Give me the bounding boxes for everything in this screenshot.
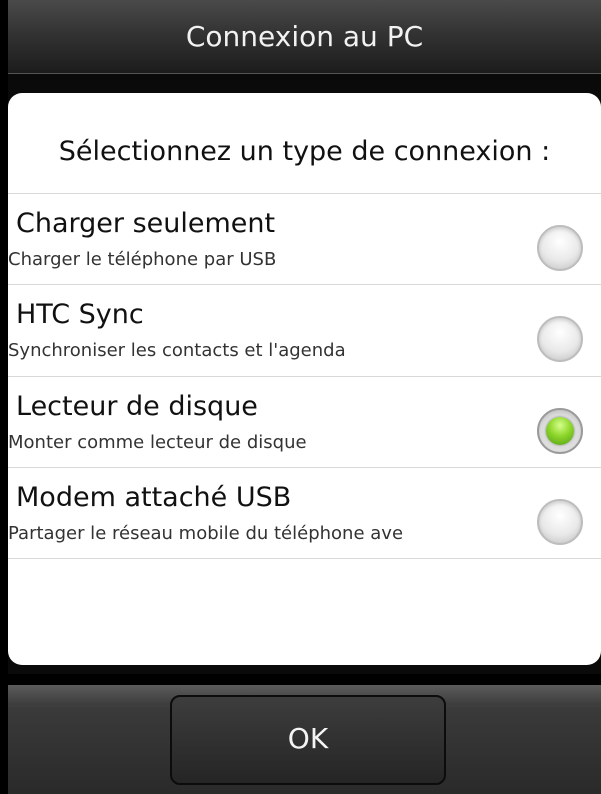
selected-indicator-icon [546,417,574,445]
option-subtitle: Partager le réseau mobile du téléphone a… [8,523,404,544]
radio-button-selected[interactable] [537,408,583,454]
dialog-prompt: Sélectionnez un type de connexion : [58,136,551,167]
radio-button-unselected[interactable] [537,225,583,271]
option-title: Modem attaché USB [16,482,292,513]
ok-button[interactable]: OK [170,695,446,785]
option-title: Charger seulement [16,208,276,239]
option-usb-tethering[interactable]: Modem attaché USB Partager le réseau mob… [8,468,601,559]
window-title: Connexion au PC [185,20,424,53]
option-disk-drive[interactable]: Lecteur de disque Monter comme lecteur d… [8,377,601,468]
option-subtitle: Synchroniser les contacts et l'agenda [8,340,346,361]
option-title: Lecteur de disque [16,391,258,422]
option-htc-sync[interactable]: HTC Sync Synchroniser les contacts et l'… [8,285,601,377]
option-subtitle: Charger le téléphone par USB [8,249,277,270]
option-subtitle: Monter comme lecteur de disque [8,432,307,453]
button-bar: OK [8,685,601,794]
radio-button-unselected[interactable] [537,316,583,362]
title-bar: Connexion au PC [8,0,601,74]
connection-options-list: Charger seulement Charger le téléphone p… [8,194,601,559]
radio-button-unselected[interactable] [537,499,583,545]
screen: Connexion au PC Sélectionnez un type de … [0,0,601,794]
option-charge-only[interactable]: Charger seulement Charger le téléphone p… [8,194,601,285]
dialog-header: Sélectionnez un type de connexion : [8,93,601,194]
option-title: HTC Sync [16,299,144,330]
connection-type-dialog: Sélectionnez un type de connexion : Char… [8,93,601,665]
